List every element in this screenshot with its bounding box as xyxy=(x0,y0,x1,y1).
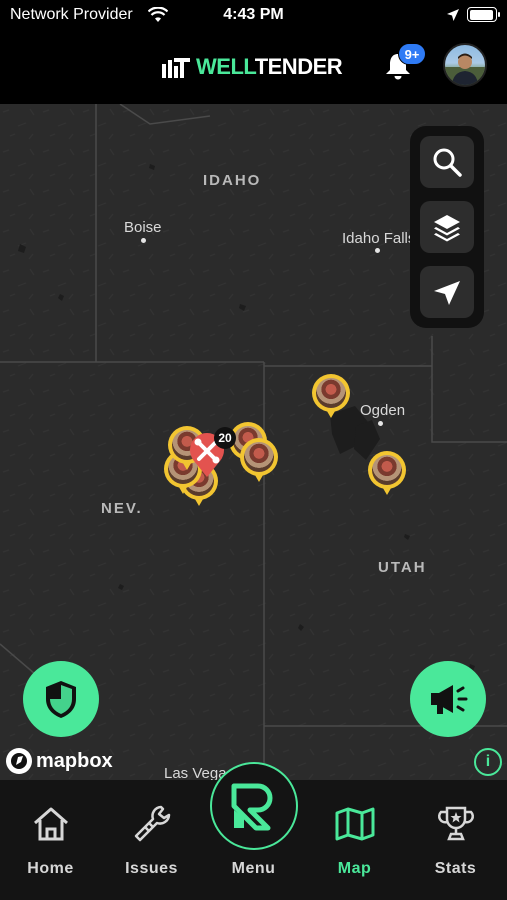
shield-icon xyxy=(46,681,76,718)
menu-button[interactable] xyxy=(210,762,298,850)
tab-stats[interactable]: Stats xyxy=(405,780,506,890)
announcements-button[interactable] xyxy=(410,661,486,737)
home-icon xyxy=(34,807,68,841)
locate-me-button[interactable] xyxy=(420,266,474,318)
mapbox-attribution[interactable]: mapbox xyxy=(6,747,113,775)
search-icon xyxy=(433,148,462,177)
city-label-las-vegas: Las Vegas xyxy=(164,765,226,780)
map-tools-panel xyxy=(410,126,484,328)
city-dot-ogden xyxy=(378,421,383,426)
brand-well: WELL xyxy=(196,54,255,79)
tab-issues-label: Issues xyxy=(125,860,178,877)
well-pin[interactable] xyxy=(310,374,352,424)
info-icon[interactable]: i xyxy=(474,748,502,776)
brand-tender: TENDER xyxy=(254,54,343,79)
map-icon xyxy=(335,807,375,841)
safety-shield-button[interactable] xyxy=(23,661,99,737)
cluster-count-badge[interactable]: 20 xyxy=(214,427,236,449)
menu-logo-icon xyxy=(231,783,273,831)
layers-icon xyxy=(434,215,460,242)
city-dot-idaho-falls xyxy=(375,248,380,253)
region-label-idaho: IDAHO xyxy=(203,172,262,189)
city-label-idaho-falls: Idaho Falls xyxy=(342,230,416,247)
tab-map-label: Map xyxy=(337,860,372,877)
city-label-ogden: Ogden xyxy=(360,402,406,419)
location-arrow-icon xyxy=(434,281,460,305)
location-services-icon xyxy=(446,8,460,27)
mapbox-logo-icon xyxy=(6,748,32,774)
city-label-boise: Boise xyxy=(124,219,162,236)
welltender-logo: WELLTENDER xyxy=(162,52,343,82)
clock: 4:43 PM xyxy=(223,6,284,23)
avatar[interactable] xyxy=(443,43,487,87)
region-label-utah: UTAH xyxy=(378,559,427,576)
search-button[interactable] xyxy=(420,136,474,188)
status-bar: Network Provider 4:43 PM xyxy=(0,0,507,32)
tab-home[interactable]: Home xyxy=(0,780,101,890)
wrench-icon xyxy=(134,805,171,842)
battery-icon xyxy=(467,7,500,22)
app-header: WELLTENDER 9+ xyxy=(0,32,507,104)
well-pin[interactable] xyxy=(238,438,280,488)
trophy-icon xyxy=(438,806,474,841)
tab-menu-label: Menu xyxy=(231,860,276,877)
mapbox-wordmark: mapbox xyxy=(36,749,113,772)
megaphone-icon xyxy=(431,685,468,714)
region-label-nevada: NEV. xyxy=(101,500,143,517)
well-pin[interactable] xyxy=(366,451,408,501)
map-view[interactable]: IDAHO NEV. UTAH Boise Idaho Falls Ogden … xyxy=(0,104,507,780)
tab-map[interactable]: Map xyxy=(304,780,405,890)
tab-home-label: Home xyxy=(27,860,74,877)
tab-issues[interactable]: Issues xyxy=(101,780,202,890)
city-dot-boise xyxy=(141,238,146,243)
logo-mark-icon xyxy=(162,58,190,78)
layers-button[interactable] xyxy=(420,201,474,253)
notification-badge[interactable]: 9+ xyxy=(398,43,426,65)
tab-stats-label: Stats xyxy=(434,860,477,877)
battery-level xyxy=(469,9,493,20)
